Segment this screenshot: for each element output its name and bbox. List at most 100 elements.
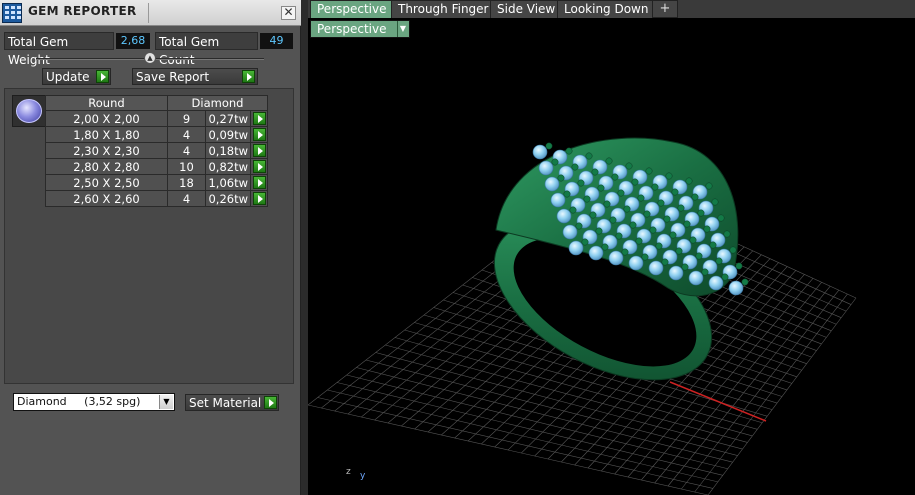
gem-stone (538, 160, 554, 176)
prong-bead (697, 209, 705, 217)
gem-stone (588, 245, 604, 261)
view-mode-dropdown[interactable]: Perspective ▼ (310, 20, 410, 38)
row-action-cell[interactable] (250, 190, 268, 207)
gem-stone (568, 240, 584, 256)
prong-bead (661, 258, 669, 266)
save-report-button[interactable]: Save Report (132, 68, 258, 85)
table-row[interactable]: 2,60 X 2,60 4 0,26tw (45, 190, 268, 207)
set-material-button[interactable]: Set Material (185, 394, 279, 411)
row-action-cell[interactable] (250, 126, 268, 143)
prong-bead (711, 198, 719, 206)
scene-canvas[interactable] (308, 0, 915, 495)
row-action-cell[interactable] (250, 110, 268, 127)
prong-bead (609, 216, 617, 224)
prong-bead (629, 221, 637, 229)
prong-bead (645, 167, 653, 175)
prong-bead (669, 231, 677, 239)
gem-stone (668, 265, 684, 281)
prong-bead (675, 247, 683, 255)
cell-weight: 0,26tw (205, 190, 251, 207)
cell-size: 2,30 X 2,30 (45, 142, 168, 159)
prong-bead (617, 189, 625, 197)
row-action-cell[interactable] (250, 174, 268, 191)
column-header-stone: Diamond (167, 95, 268, 111)
prong-bead (603, 200, 611, 208)
total-gem-count-label: Total Gem Count (155, 32, 258, 67)
prong-bead (677, 204, 685, 212)
tab-perspective[interactable]: Perspective (310, 0, 394, 18)
table-header-row: Round Diamond (45, 95, 268, 111)
round-diamond-icon (16, 99, 42, 123)
update-button[interactable]: Update (42, 68, 111, 85)
prong-bead (705, 182, 713, 190)
cell-qty: 9 (167, 110, 206, 127)
cell-size: 2,00 X 2,00 (45, 110, 168, 127)
chevron-down-icon[interactable]: ▼ (159, 395, 173, 409)
3d-viewport[interactable]: Perspective Through Finger Side View Loo… (308, 0, 915, 495)
prong-bead (589, 211, 597, 219)
cell-size: 2,50 X 2,50 (45, 174, 168, 191)
prong-bead (691, 193, 699, 201)
prong-bead (671, 188, 679, 196)
cell-size: 2,80 X 2,80 (45, 158, 168, 175)
gem-table: Round Diamond 2,00 X 2,00 9 0,27tw 1,80 … (45, 95, 268, 207)
prong-bead (591, 168, 599, 176)
row-action-cell[interactable] (250, 142, 268, 159)
table-row[interactable]: 2,00 X 2,00 9 0,27tw (45, 110, 268, 127)
tab-side-view[interactable]: Side View (490, 0, 563, 18)
play-icon[interactable] (253, 192, 266, 205)
prong-bead (721, 273, 729, 281)
prong-bead (715, 257, 723, 265)
prong-bead (695, 252, 703, 260)
prong-bead (631, 178, 639, 186)
play-icon (264, 396, 277, 409)
play-icon[interactable] (253, 144, 266, 157)
play-icon[interactable] (253, 128, 266, 141)
close-icon[interactable]: ✕ (281, 6, 296, 20)
gem-stone (688, 270, 704, 286)
tab-looking-down[interactable]: Looking Down (557, 0, 656, 18)
row-action-cell[interactable] (250, 158, 268, 175)
play-icon (242, 70, 255, 83)
prong-bead (729, 246, 737, 254)
prong-bead (635, 237, 643, 245)
table-row[interactable]: 2,80 X 2,80 10 0,82tw (45, 158, 268, 175)
prong-bead (709, 241, 717, 249)
prong-bead (683, 220, 691, 228)
prong-bead (621, 248, 629, 256)
prong-bead (581, 238, 589, 246)
prong-bead (615, 232, 623, 240)
material-dropdown[interactable]: Diamond (3,52 spg) ▼ (13, 393, 175, 411)
update-button-label: Update (46, 70, 90, 84)
chevron-down-icon[interactable]: ▼ (396, 21, 409, 37)
play-icon[interactable] (253, 160, 266, 173)
prong-bead (583, 195, 591, 203)
panel-titlebar: GEM REPORTER ✕ (0, 0, 301, 26)
add-tab-icon[interactable]: + (652, 0, 678, 18)
gem-stone (562, 224, 578, 240)
cell-weight: 1,06tw (205, 174, 251, 191)
cell-qty: 4 (167, 190, 206, 207)
cell-weight: 0,09tw (205, 126, 251, 143)
gem-stone (608, 250, 624, 266)
gem-list-area: Round Diamond 2,00 X 2,00 9 0,27tw 1,80 … (4, 88, 294, 384)
table-row[interactable]: 2,50 X 2,50 18 1,06tw (45, 174, 268, 191)
prong-bead (663, 215, 671, 223)
tab-through-finger[interactable]: Through Finger (391, 0, 496, 18)
panel-slider-knob[interactable]: ▲ (144, 52, 156, 64)
titlebar-divider (148, 3, 149, 23)
prong-bead (577, 179, 585, 187)
prong-bead (649, 226, 657, 234)
play-icon[interactable] (253, 176, 266, 189)
prong-bead (605, 157, 613, 165)
play-icon[interactable] (253, 112, 266, 125)
table-row[interactable]: 1,80 X 1,80 4 0,09tw (45, 126, 268, 143)
table-row[interactable]: 2,30 X 2,30 4 0,18tw (45, 142, 268, 159)
prong-bead (545, 142, 553, 150)
prong-bead (557, 174, 565, 182)
prong-bead (637, 194, 645, 202)
prong-bead (689, 236, 697, 244)
prong-bead (611, 173, 619, 181)
gem-thumbnail[interactable] (12, 95, 46, 127)
gem-stone (628, 255, 644, 271)
